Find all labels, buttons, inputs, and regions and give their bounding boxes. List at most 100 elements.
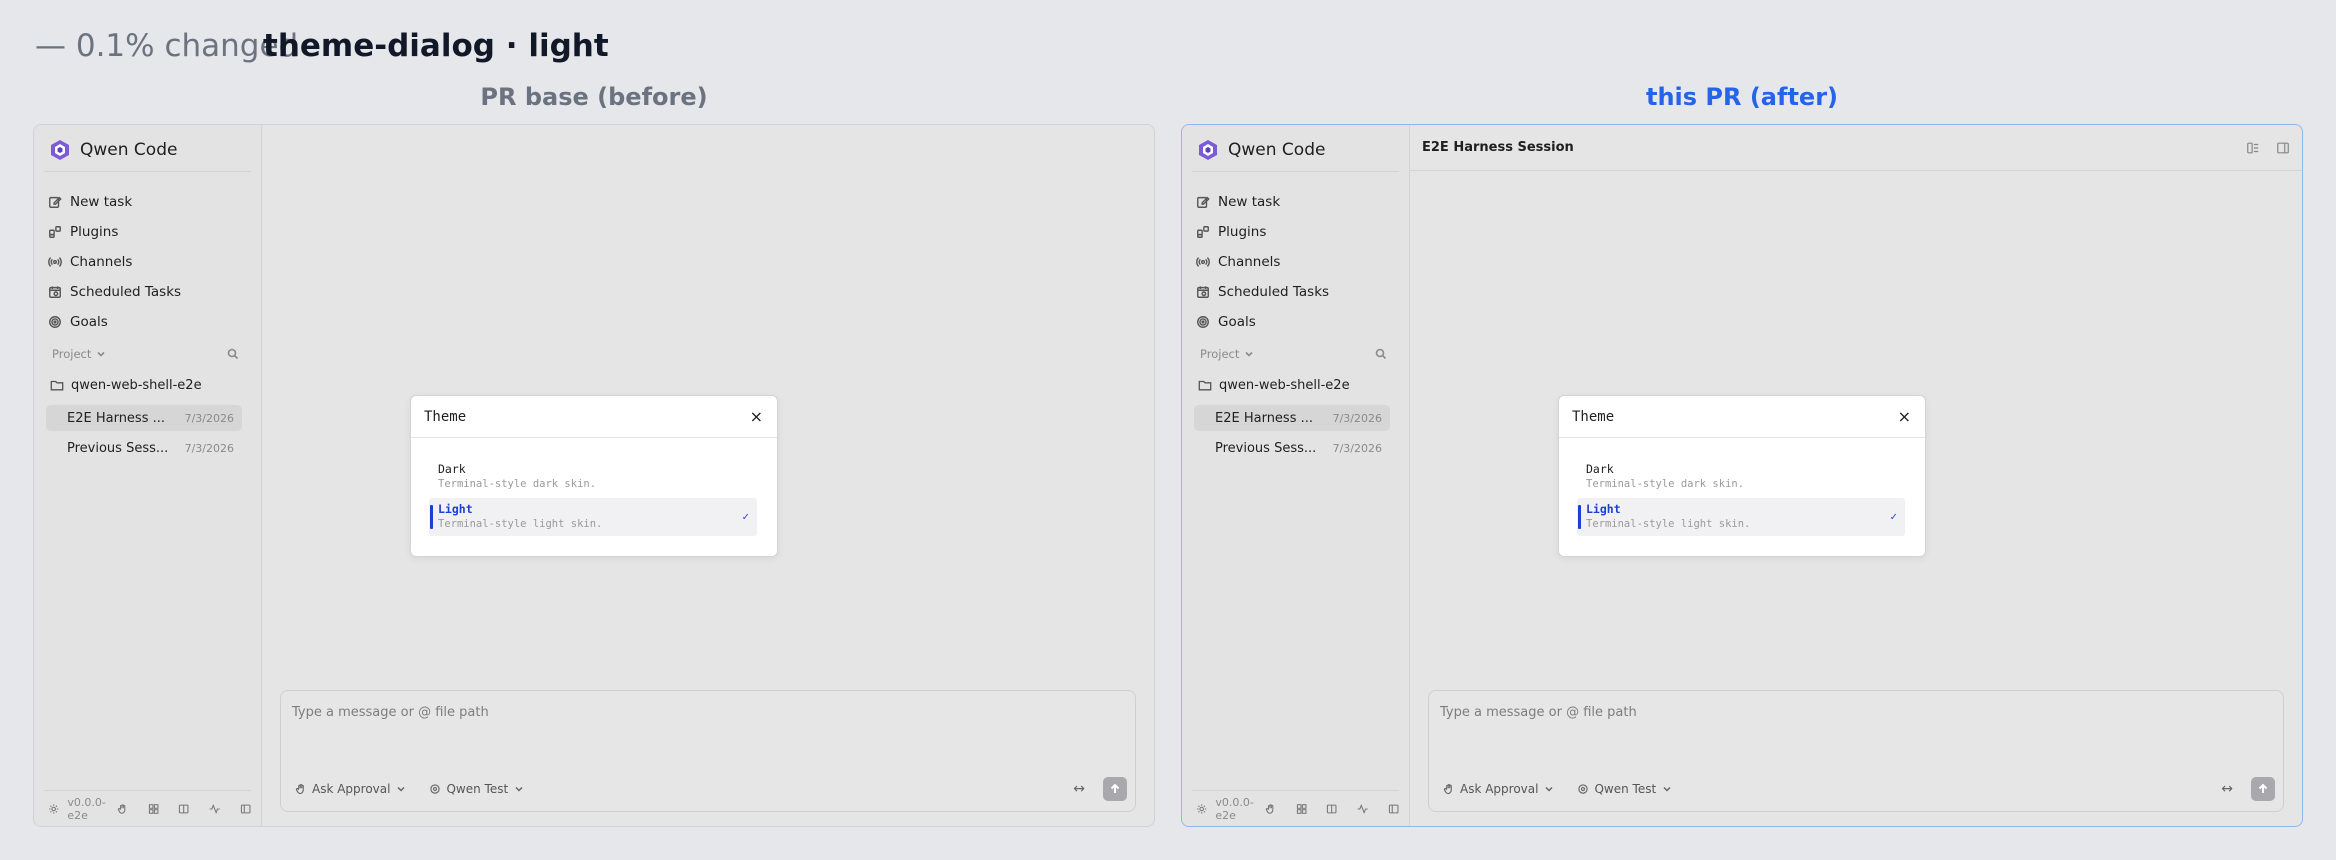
activity-icon[interactable] bbox=[1357, 802, 1368, 816]
sidebar-footer: v0.0.0-e2e bbox=[44, 790, 251, 826]
theme-option-light[interactable]: Light Terminal-style light skin. ✓ bbox=[1577, 498, 1905, 536]
option-description: Terminal-style dark skin. bbox=[1586, 478, 1745, 490]
theme-option-light[interactable]: Light Terminal-style light skin. ✓ bbox=[429, 498, 757, 536]
option-name: Light bbox=[1586, 502, 1621, 516]
nav-scheduled-tasks[interactable]: Scheduled Tasks bbox=[1196, 277, 1329, 307]
divider bbox=[1192, 171, 1399, 172]
calendar-clock-icon bbox=[1197, 286, 1209, 298]
nav-label: New task bbox=[70, 194, 133, 210]
theme-dialog: Theme × Dark Terminal-style dark skin. L… bbox=[410, 395, 778, 557]
layout-icon[interactable] bbox=[2246, 141, 2260, 155]
session-date: 7/3/2026 bbox=[184, 441, 234, 455]
project-dropdown[interactable]: Project bbox=[52, 347, 107, 361]
app-name: Qwen Code bbox=[80, 140, 178, 160]
nav-scheduled-tasks[interactable]: Scheduled Tasks bbox=[48, 277, 181, 307]
nav-plugins[interactable]: Plugins bbox=[48, 217, 181, 247]
project-folder[interactable]: qwen-web-shell-e2e bbox=[1198, 374, 1350, 396]
dialog-header: Theme × bbox=[411, 396, 777, 438]
sidebar-toggle-icon[interactable] bbox=[240, 802, 251, 816]
search-icon[interactable] bbox=[227, 348, 239, 360]
project-folder[interactable]: qwen-web-shell-e2e bbox=[50, 374, 202, 396]
approval-dropdown[interactable]: Ask Approval bbox=[1443, 782, 1555, 796]
session-item[interactable]: Previous Sess... 7/3/2026 bbox=[1194, 435, 1390, 461]
project-dropdown[interactable]: Project bbox=[1200, 347, 1255, 361]
project-row: Project bbox=[52, 344, 239, 364]
theme-option-dark[interactable]: Dark Terminal-style dark skin. bbox=[429, 458, 757, 496]
session-date: 7/3/2026 bbox=[184, 411, 234, 425]
grid-icon[interactable] bbox=[1296, 802, 1307, 816]
composer-actions: ↔ bbox=[1073, 777, 1127, 801]
project-label: Project bbox=[52, 347, 92, 361]
dialog-title: Theme bbox=[424, 408, 467, 425]
session-name: E2E Harness ... bbox=[67, 410, 166, 426]
session-item-active[interactable]: E2E Harness ... 7/3/2026 bbox=[46, 405, 242, 431]
theme-option-dark[interactable]: Dark Terminal-style dark skin. bbox=[1577, 458, 1905, 496]
split-view-icon[interactable] bbox=[1326, 802, 1337, 816]
nav-new-task[interactable]: New task bbox=[1196, 187, 1329, 217]
sidebar-toggle-icon[interactable] bbox=[1388, 802, 1399, 816]
expand-icon[interactable]: ↔ bbox=[1073, 781, 1085, 797]
nav-new-task[interactable]: New task bbox=[48, 187, 181, 217]
plugin-icon bbox=[49, 226, 61, 238]
approval-dropdown[interactable]: Ask Approval bbox=[295, 782, 407, 796]
hand-icon bbox=[295, 783, 304, 795]
divider bbox=[44, 171, 251, 172]
panel-right-icon[interactable] bbox=[2276, 141, 2290, 155]
nav-goals[interactable]: Goals bbox=[48, 307, 181, 337]
hand-icon[interactable] bbox=[117, 802, 128, 816]
chevron-down-icon bbox=[1545, 786, 1553, 792]
check-icon: ✓ bbox=[742, 510, 749, 523]
broadcast-icon bbox=[48, 257, 62, 267]
nav-label: Scheduled Tasks bbox=[1218, 284, 1330, 300]
model-icon bbox=[430, 784, 441, 794]
composer-footer: Ask Approval Qwen Test ↔ bbox=[295, 777, 1127, 801]
hand-icon bbox=[1443, 783, 1452, 795]
qwen-logo-icon bbox=[51, 140, 69, 160]
model-dropdown[interactable]: Qwen Test bbox=[429, 782, 525, 796]
message-input[interactable]: Type a message or @ file path bbox=[1440, 705, 1637, 720]
brand[interactable]: Qwen Code bbox=[1196, 137, 1325, 163]
message-input[interactable]: Type a message or @ file path bbox=[292, 705, 489, 720]
hand-icon[interactable] bbox=[1265, 802, 1276, 816]
nav-goals[interactable]: Goals bbox=[1196, 307, 1329, 337]
nav-label: Goals bbox=[70, 314, 108, 330]
chevron-down-icon bbox=[397, 786, 405, 792]
session-item-active[interactable]: E2E Harness ... 7/3/2026 bbox=[1194, 405, 1390, 431]
send-button[interactable] bbox=[1103, 777, 1127, 801]
nav-label: Plugins bbox=[70, 224, 119, 240]
folder-name: qwen-web-shell-e2e bbox=[71, 377, 202, 393]
approval-label: Ask Approval bbox=[312, 782, 391, 796]
nav-channels[interactable]: Channels bbox=[1196, 247, 1329, 277]
project-label: Project bbox=[1200, 347, 1240, 361]
brand[interactable]: Qwen Code bbox=[48, 137, 177, 163]
before-panel: Qwen Code New task Plugins Channels Sche… bbox=[33, 124, 1155, 827]
grid-icon[interactable] bbox=[148, 802, 159, 816]
check-icon: ✓ bbox=[1890, 510, 1897, 523]
nav-label: Channels bbox=[70, 254, 133, 270]
model-label: Qwen Test bbox=[1594, 782, 1657, 796]
page-title: theme-dialog · light — 0.1% changed bbox=[35, 27, 609, 65]
header-actions bbox=[2246, 141, 2290, 155]
page-title-subtitle: — 0.1% changed bbox=[35, 28, 299, 64]
nav-plugins[interactable]: Plugins bbox=[1196, 217, 1329, 247]
nav-label: Channels bbox=[1218, 254, 1281, 270]
approval-label: Ask Approval bbox=[1460, 782, 1539, 796]
split-view-icon[interactable] bbox=[178, 802, 189, 816]
page-title-main: theme-dialog · light bbox=[263, 28, 609, 64]
expand-icon[interactable]: ↔ bbox=[2221, 781, 2233, 797]
close-icon[interactable]: × bbox=[1898, 408, 1911, 425]
send-button[interactable] bbox=[2251, 777, 2275, 801]
session-item[interactable]: Previous Sess... 7/3/2026 bbox=[46, 435, 242, 461]
dialog-header: Theme × bbox=[1559, 396, 1925, 438]
sidebar: Qwen Code New task Plugins Channels Sche… bbox=[1182, 125, 1410, 826]
settings-icon[interactable] bbox=[1196, 802, 1207, 816]
model-dropdown[interactable]: Qwen Test bbox=[1577, 782, 1673, 796]
nav-label: Plugins bbox=[1218, 224, 1267, 240]
close-icon[interactable]: × bbox=[750, 408, 763, 425]
search-icon[interactable] bbox=[1375, 348, 1387, 360]
nav-channels[interactable]: Channels bbox=[48, 247, 181, 277]
settings-icon[interactable] bbox=[48, 802, 59, 816]
activity-icon[interactable] bbox=[209, 802, 220, 816]
chevron-down-icon bbox=[1663, 786, 1671, 792]
sidebar: Qwen Code New task Plugins Channels Sche… bbox=[34, 125, 262, 826]
